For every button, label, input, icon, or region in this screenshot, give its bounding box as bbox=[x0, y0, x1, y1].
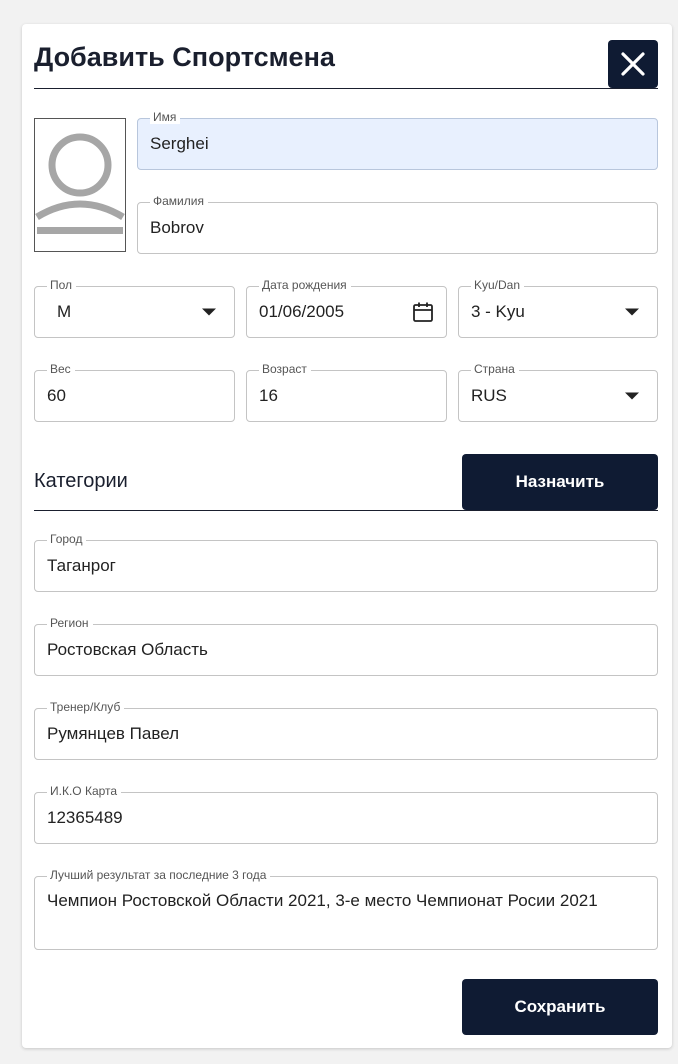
country-value: RUS bbox=[471, 386, 507, 405]
last-name-value: Bobrov bbox=[150, 218, 204, 237]
gender-value: M bbox=[57, 302, 72, 321]
best-result-textarea[interactable]: Лучший результат за последние 3 года Чем… bbox=[34, 868, 658, 950]
age-label: Возраст bbox=[259, 362, 311, 376]
coach-club-value: Румянцев Павел bbox=[47, 724, 180, 743]
birth-date-label: Дата рождения bbox=[259, 278, 351, 292]
city-label: Город bbox=[47, 532, 87, 546]
first-name-label: Имя bbox=[150, 110, 181, 124]
user-avatar-placeholder-icon bbox=[35, 133, 125, 234]
best-result-label: Лучший результат за последние 3 года bbox=[47, 868, 271, 882]
first-name-field[interactable]: Имя Serghei bbox=[137, 110, 658, 170]
weight-value: 60 bbox=[47, 386, 66, 405]
last-name-field[interactable]: Фамилия Bobrov bbox=[137, 194, 658, 254]
last-name-label: Фамилия bbox=[150, 194, 208, 208]
title-divider bbox=[34, 88, 658, 89]
assign-categories-button[interactable]: Назначить bbox=[462, 454, 658, 510]
region-field[interactable]: Регион Ростовская Область bbox=[34, 616, 658, 676]
close-icon bbox=[621, 52, 645, 76]
first-name-value: Serghei bbox=[150, 134, 209, 153]
coach-club-field[interactable]: Тренер/Клуб Румянцев Павел bbox=[34, 700, 658, 760]
categories-divider bbox=[34, 510, 658, 511]
avatar[interactable] bbox=[34, 118, 126, 252]
chevron-down-icon bbox=[625, 308, 639, 316]
gender-select[interactable]: Пол M bbox=[34, 278, 235, 338]
kyu-dan-select[interactable]: Kyu/Dan 3 - Kyu bbox=[458, 278, 658, 338]
age-field[interactable]: Возраст 16 bbox=[246, 362, 447, 422]
weight-label: Вес bbox=[47, 362, 75, 376]
birth-date-field[interactable]: Дата рождения 01/06/2005 bbox=[246, 278, 447, 338]
chevron-down-icon bbox=[625, 392, 639, 400]
kyu-dan-value: 3 - Kyu bbox=[471, 302, 525, 321]
save-button[interactable]: Сохранить bbox=[462, 979, 658, 1035]
iko-card-label: И.К.О Карта bbox=[47, 784, 122, 798]
birth-date-value: 01/06/2005 bbox=[259, 302, 345, 321]
country-label: Страна bbox=[471, 362, 519, 376]
kyu-dan-label: Kyu/Dan bbox=[471, 278, 525, 292]
categories-title: Категории bbox=[34, 470, 128, 492]
weight-field[interactable]: Вес 60 bbox=[34, 362, 235, 422]
region-label: Регион bbox=[47, 616, 93, 630]
iko-card-value: 12365489 bbox=[47, 808, 123, 827]
iko-card-field[interactable]: И.К.О Карта 12365489 bbox=[34, 784, 658, 844]
city-value: Таганрог bbox=[47, 556, 116, 575]
close-button[interactable] bbox=[608, 40, 658, 88]
region-value: Ростовская Область bbox=[47, 640, 208, 659]
best-result-value: Чемпион Ростовской Области 2021, 3-е мес… bbox=[47, 891, 598, 910]
country-select[interactable]: Страна RUS bbox=[458, 362, 658, 422]
gender-label: Пол bbox=[47, 278, 77, 292]
city-field[interactable]: Город Таганрог bbox=[34, 532, 658, 592]
calendar-icon[interactable] bbox=[412, 301, 434, 323]
coach-club-label: Тренер/Клуб bbox=[47, 700, 125, 714]
chevron-down-icon bbox=[202, 308, 216, 316]
age-value: 16 bbox=[259, 386, 278, 405]
dialog-title: Добавить Спортсмена bbox=[34, 42, 335, 72]
